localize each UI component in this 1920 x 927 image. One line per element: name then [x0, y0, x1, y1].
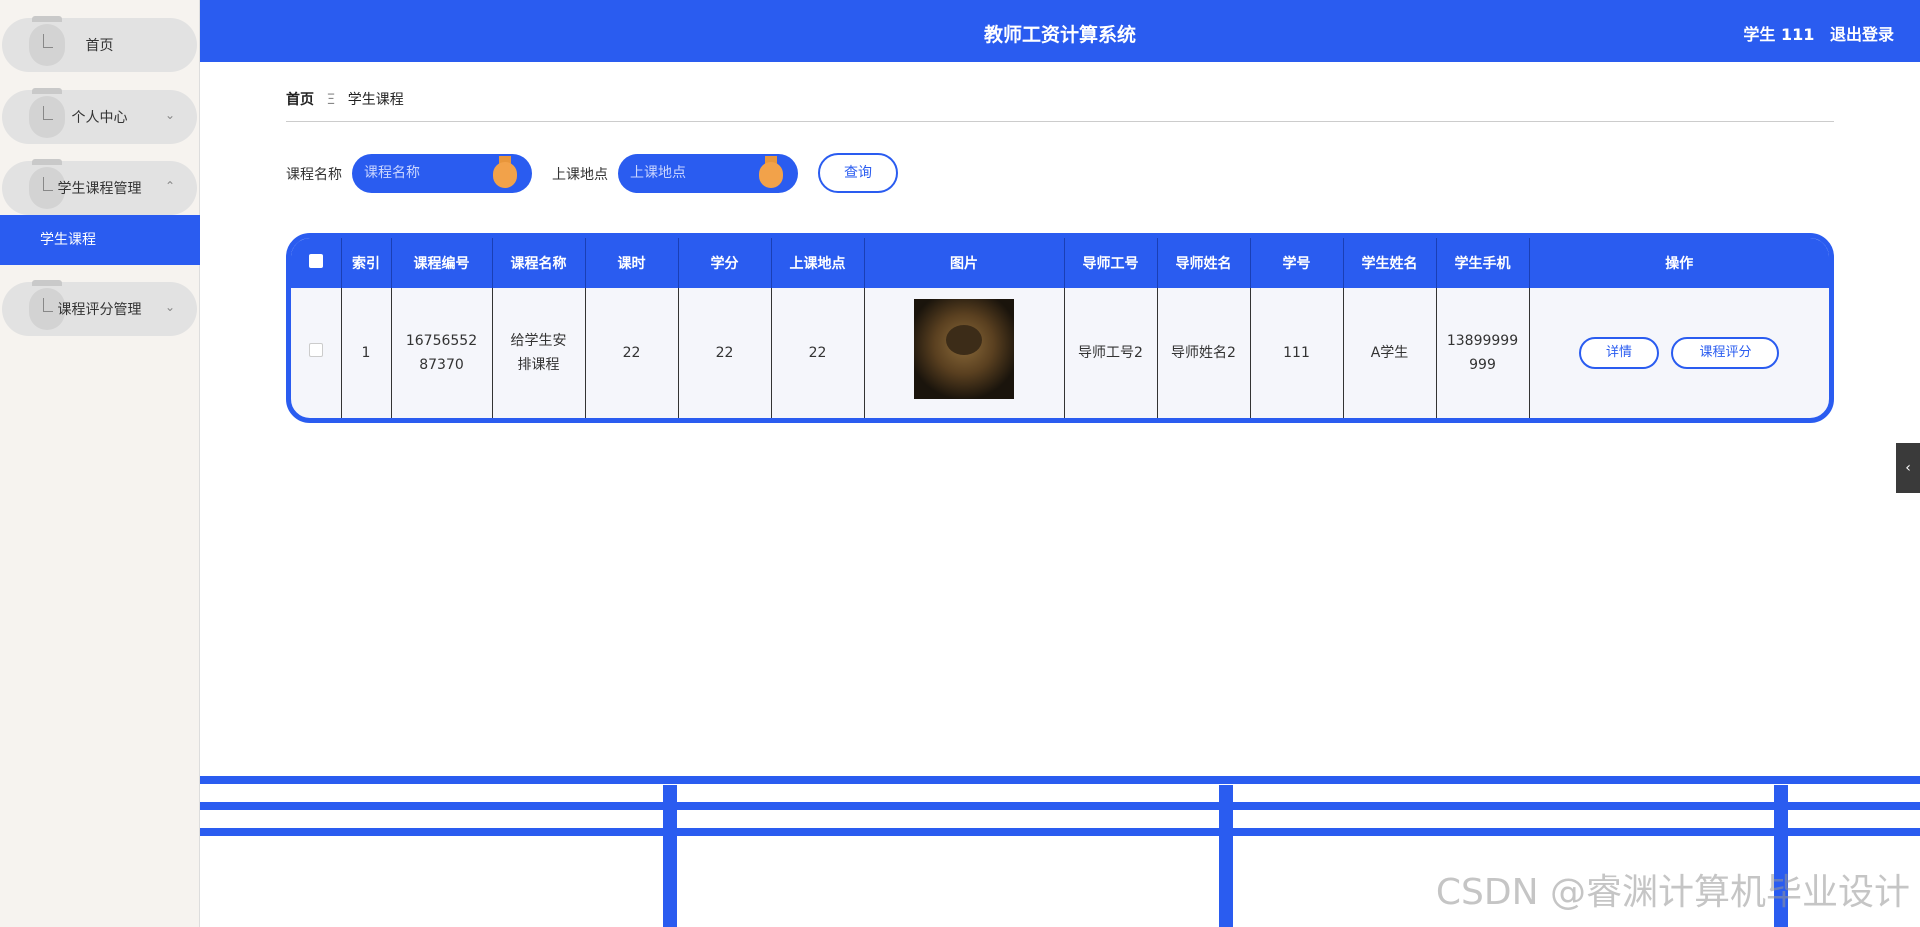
course-no-text: 1675655287370	[405, 333, 478, 373]
column-header: 操作	[1529, 238, 1829, 288]
select-all-checkbox[interactable]	[308, 254, 323, 268]
chevron-down-icon: ⌄	[164, 300, 175, 314]
column-header: 课时	[585, 238, 679, 288]
row-checkbox-cell[interactable]	[291, 288, 342, 418]
cell-student-name: A学生	[1343, 288, 1437, 418]
course-name-label: 课程名称	[286, 167, 342, 183]
column-header: 图片	[864, 238, 1065, 288]
decorative-fence-rail	[200, 776, 1920, 784]
cell-course-name: 给学生安排课程	[492, 288, 586, 418]
select-all-checkbox-cell[interactable]	[291, 238, 342, 288]
breadcrumb-separator-icon: Ξ	[326, 92, 336, 108]
current-user: 学生 111	[1743, 25, 1815, 44]
column-header: 课程编号	[391, 238, 493, 288]
column-header: 导师姓名	[1157, 238, 1251, 288]
column-header: 索引	[341, 238, 392, 288]
user-info: 学生 111 退出登录	[1743, 21, 1894, 45]
course-rating-button[interactable]: 课程评分	[1671, 337, 1780, 369]
table-header-row: 索引 课程编号 课程名称 课时 学分 上课地点 图片 导师工号 导师姓名 学号 …	[291, 238, 1829, 288]
row-checkbox[interactable]	[308, 343, 323, 357]
column-header: 学生手机	[1436, 238, 1530, 288]
sidebar-item-course-management[interactable]: 学生课程管理 ⌃	[2, 159, 197, 215]
column-header: 学号	[1250, 238, 1344, 288]
table-row: 1 1675655287370 给学生安排课程 22 22 22 导师工号2 导…	[291, 288, 1829, 418]
cell-place: 22	[771, 288, 865, 418]
column-header: 导师工号	[1064, 238, 1158, 288]
breadcrumb: 首页 Ξ 学生课程	[286, 89, 404, 109]
sidebar-item-label: 首页	[85, 38, 114, 54]
place-label: 上课地点	[552, 167, 608, 183]
column-header: 学分	[678, 238, 772, 288]
course-name-text: 给学生安排课程	[510, 333, 567, 373]
chevron-down-icon: ⌄	[164, 108, 175, 122]
search-button[interactable]: 查询	[818, 153, 898, 193]
cell-student-no: 111	[1250, 288, 1344, 418]
medal-icon	[759, 156, 783, 188]
detail-button[interactable]: 详情	[1579, 337, 1660, 369]
chevron-up-icon: ⌃	[164, 179, 175, 193]
column-header: 课程名称	[492, 238, 586, 288]
sidebar: 首页 个人中心 ⌄ 学生课程管理 ⌃ 学生课程 课程评分管理 ⌄	[0, 0, 200, 927]
cell-teacher-id: 导师工号2	[1064, 288, 1158, 418]
column-header: 学生姓名	[1343, 238, 1437, 288]
medal-icon	[493, 156, 517, 188]
sidebar-item-personal-center[interactable]: 个人中心 ⌄	[2, 88, 197, 144]
breadcrumb-home[interactable]: 首页	[286, 92, 314, 108]
top-header: 教师工资计算系统 学生 111 退出登录	[200, 0, 1920, 62]
sidebar-subitem-student-course[interactable]: 学生课程	[0, 215, 200, 265]
sidebar-item-home[interactable]: 首页	[2, 16, 197, 72]
decorative-fence-rail	[200, 828, 1920, 836]
sidebar-item-rating-management[interactable]: 课程评分管理 ⌄	[2, 280, 197, 336]
cell-actions: 详情 课程评分	[1529, 288, 1829, 418]
cell-phone: 13899999999	[1436, 288, 1530, 418]
divider	[286, 121, 1834, 122]
cell-credit: 22	[678, 288, 772, 418]
cell-teacher-name: 导师姓名2	[1157, 288, 1251, 418]
decorative-fence-post	[1219, 785, 1233, 927]
cell-course-no: 1675655287370	[391, 288, 493, 418]
watermark: CSDN @睿渊计算机毕业设计	[1435, 872, 1910, 913]
logout-link[interactable]: 退出登录	[1830, 25, 1894, 44]
decorative-fence-rail	[200, 802, 1920, 810]
course-table: 索引 课程编号 课程名称 课时 学分 上课地点 图片 导师工号 导师姓名 学号 …	[286, 233, 1834, 423]
collapse-tab[interactable]: ‹	[1896, 443, 1920, 493]
column-header: 上课地点	[771, 238, 865, 288]
cell-hours: 22	[585, 288, 679, 418]
cell-image	[864, 288, 1065, 418]
phone-text: 13899999999	[1446, 333, 1519, 373]
decorative-fence-post	[663, 785, 677, 927]
cell-index: 1	[341, 288, 392, 418]
breadcrumb-current: 学生课程	[347, 92, 404, 108]
course-image[interactable]	[914, 299, 1014, 399]
page-title: 教师工资计算系统	[983, 24, 1136, 46]
